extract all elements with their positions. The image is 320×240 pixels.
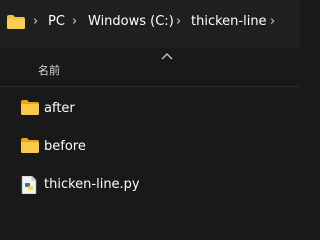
python-file-icon (21, 176, 37, 194)
folder-icon (21, 100, 39, 115)
list-item-after[interactable]: after (0, 94, 300, 122)
chevron-right-icon[interactable]: › (33, 13, 38, 31)
header-divider (0, 86, 300, 87)
breadcrumb-item-thicken-line[interactable]: thicken-line (191, 13, 267, 31)
address-bar[interactable]: › PC › Windows (C:) › thicken-line › (0, 0, 300, 48)
folder-icon (7, 15, 25, 29)
chevron-right-icon[interactable]: › (270, 13, 275, 31)
breadcrumb-item-windows-c[interactable]: Windows (C:) (88, 13, 174, 31)
list-item-before[interactable]: before (0, 132, 300, 160)
list-item-label: before (44, 139, 86, 154)
list-item-label: after (44, 101, 75, 116)
breadcrumb-item-pc[interactable]: PC (48, 13, 65, 31)
column-header-name[interactable]: 名前 (38, 64, 60, 78)
sort-caret-icon (161, 53, 173, 60)
chevron-right-icon[interactable]: › (176, 13, 181, 31)
list-item-label: thicken-line.py (44, 177, 140, 192)
folder-icon (21, 138, 39, 153)
chevron-right-icon[interactable]: › (72, 13, 77, 31)
list-item-thicken-line-py[interactable]: thicken-line.py (0, 170, 300, 198)
